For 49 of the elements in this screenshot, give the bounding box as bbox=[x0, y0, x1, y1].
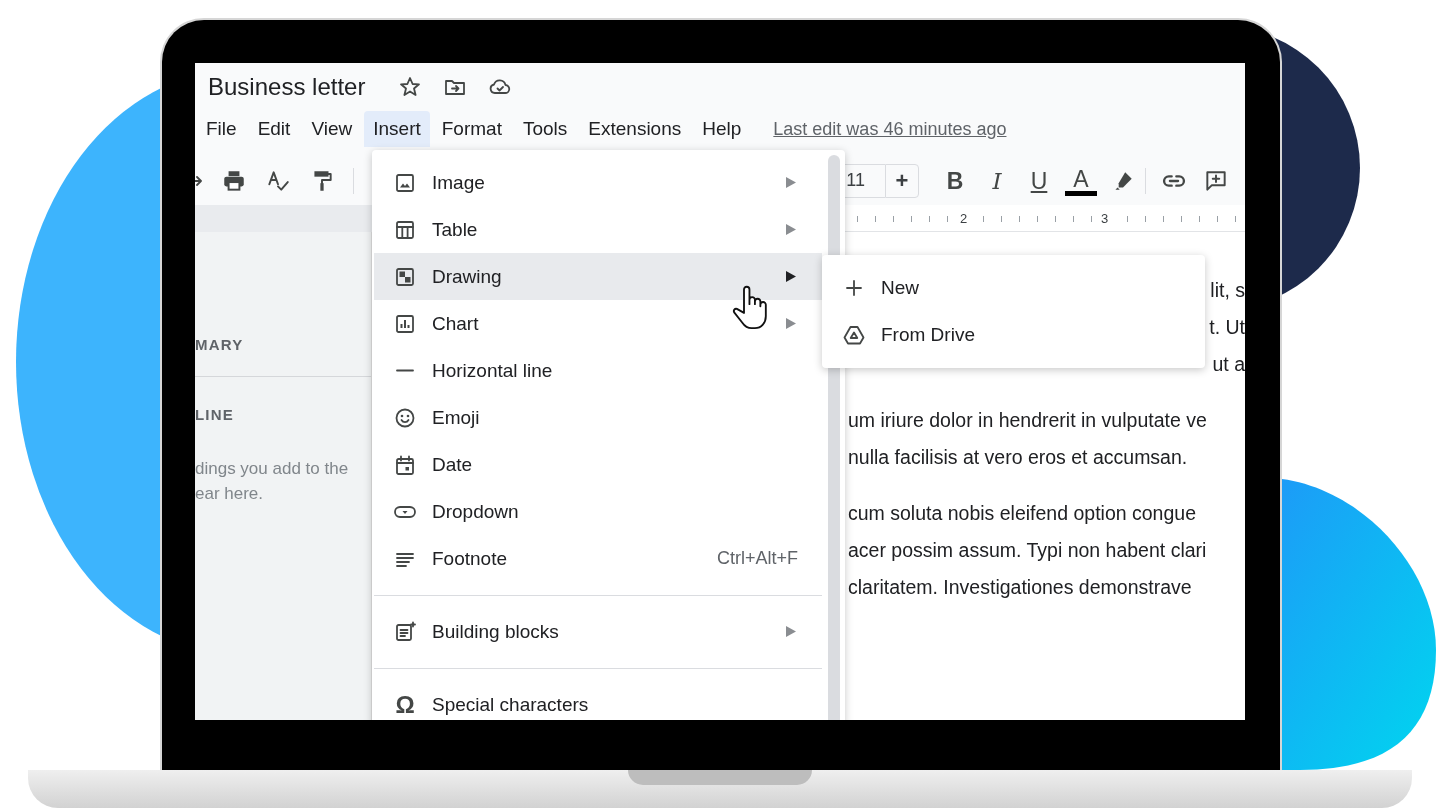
menu-item[interactable]: Drawing bbox=[374, 253, 822, 300]
keyboard-shortcut: Ctrl+Alt+F bbox=[716, 548, 798, 569]
document-text: um iriure dolor in hendrerit in vulputate ve bbox=[848, 408, 1207, 433]
underline-button[interactable]: U bbox=[1026, 166, 1052, 195]
building-blocks-icon bbox=[393, 619, 417, 644]
menu-item[interactable]: Edit bbox=[248, 111, 300, 147]
menu-item[interactable]: Building blocks bbox=[374, 608, 822, 655]
menu-item[interactable]: File bbox=[197, 111, 246, 147]
menu-item[interactable]: Ω Special characters bbox=[374, 681, 822, 720]
menu-item[interactable]: Chart bbox=[374, 300, 822, 347]
menu-item[interactable]: Emoji bbox=[374, 394, 822, 441]
menu-item[interactable]: Horizontal line bbox=[374, 347, 822, 394]
bold-button[interactable]: B bbox=[942, 166, 968, 195]
outline-hint: dings you add to the ear here. bbox=[195, 458, 350, 505]
menu-item[interactable]: Format bbox=[432, 111, 511, 147]
document-text: acer possim assum. Typi non habent clari bbox=[848, 538, 1207, 563]
text-color-button[interactable]: A bbox=[1065, 165, 1097, 196]
menu-item[interactable]: Insert bbox=[364, 111, 430, 147]
document-text: ut a bbox=[1212, 352, 1245, 377]
document-title[interactable]: Business letter bbox=[208, 72, 366, 101]
document-text: cum soluta nobis eleifend option congue bbox=[848, 501, 1196, 526]
menu-item[interactable]: From Drive bbox=[822, 311, 1205, 358]
submenu-arrow-icon bbox=[786, 318, 796, 329]
menu-item[interactable]: Footnote Ctrl+Alt+F bbox=[374, 535, 822, 582]
menu-item[interactable]: Table bbox=[374, 206, 822, 253]
star-icon[interactable] bbox=[398, 74, 423, 99]
document-text: nulla facilisis at vero eros et accumsan. bbox=[848, 445, 1188, 470]
submenu-arrow-icon bbox=[786, 626, 796, 637]
submenu-arrow-icon bbox=[786, 271, 796, 282]
document-text: lit, s bbox=[1210, 278, 1245, 303]
submenu-arrow-icon bbox=[786, 177, 796, 188]
menu-item[interactable]: Extensions bbox=[579, 111, 691, 147]
section-heading: LINE bbox=[195, 405, 235, 425]
submenu-arrow-icon bbox=[786, 224, 796, 235]
italic-button[interactable]: I bbox=[984, 166, 1010, 195]
horizontal-line-icon bbox=[394, 369, 416, 372]
document-text: claritatem. Investigationes demonstrave bbox=[848, 575, 1192, 600]
omega-icon: Ω bbox=[393, 692, 417, 717]
menu-item[interactable]: New bbox=[822, 264, 1205, 311]
menu-item[interactable]: Help bbox=[693, 111, 751, 147]
menu-item[interactable]: Dropdown bbox=[374, 488, 822, 535]
increase-font-size-button[interactable]: + bbox=[885, 163, 919, 198]
last-edit-link[interactable]: Last edit was 46 minutes ago bbox=[773, 118, 1007, 140]
menu-item[interactable]: Tools bbox=[513, 111, 577, 147]
menu-item[interactable]: Date bbox=[374, 441, 822, 488]
hand-pointer-icon bbox=[732, 285, 768, 331]
menu-item[interactable]: View bbox=[302, 111, 362, 147]
document-text: t. Ut bbox=[1209, 315, 1245, 340]
section-heading: MARY bbox=[195, 335, 245, 355]
